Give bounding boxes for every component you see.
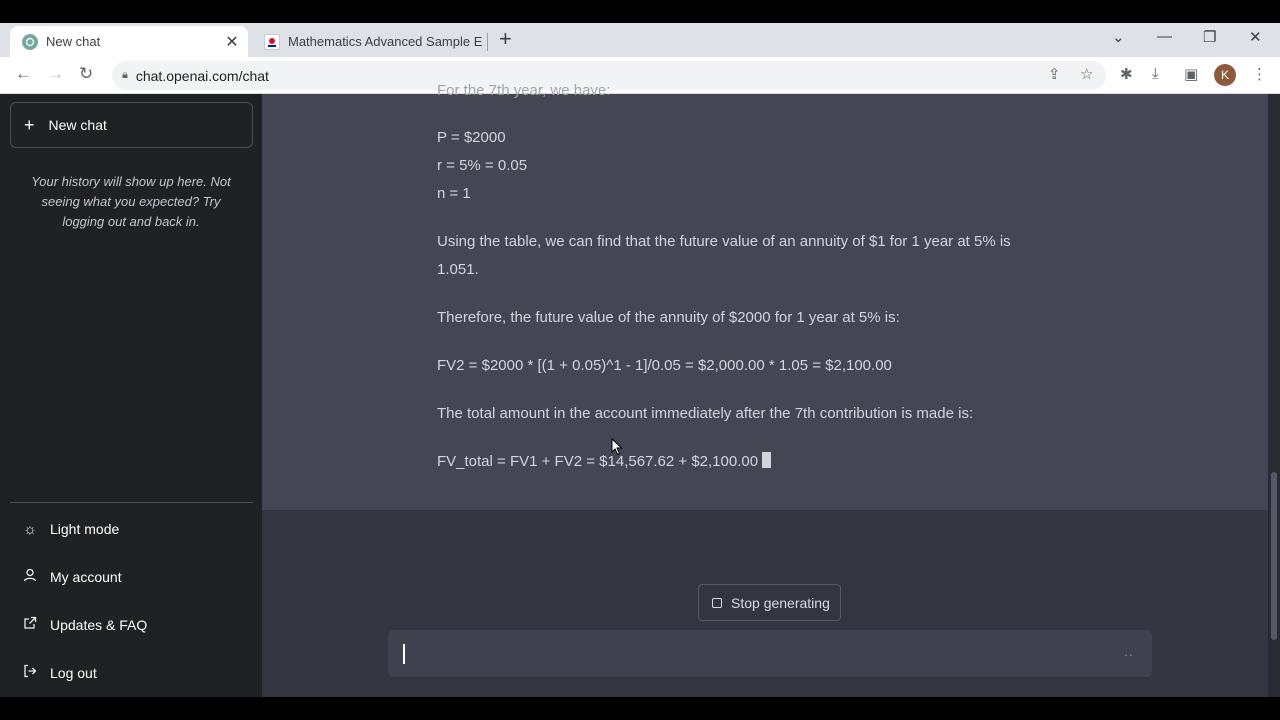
tab-new-chat[interactable]: New chat ✕ xyxy=(10,26,248,57)
message-line: r = 5% = 0.05 xyxy=(437,157,528,174)
history-note: Your history will show up here. Not seei… xyxy=(31,174,231,229)
openai-logo-icon xyxy=(22,33,38,50)
restore-icon[interactable]: ❐ xyxy=(1203,28,1216,46)
browser-toolbar: ← → ↻ 🔒︎ chat.openai.com/chat ⇪ ☆ ✱ ⤓ ▣ … xyxy=(0,57,1280,94)
forward-icon[interactable]: → xyxy=(47,64,64,84)
message-line-text: FV_total = FV1 + FV2 = $14,567.62 + $2,1… xyxy=(437,453,759,470)
mouse-pointer-icon xyxy=(611,438,623,456)
message-line: P = $2000 xyxy=(437,129,506,146)
plus-icon: + xyxy=(24,114,35,135)
updates-faq-link[interactable]: Updates & FAQ xyxy=(10,605,253,645)
reload-icon[interactable]: ↻ xyxy=(79,64,93,84)
tab-close-icon[interactable]: ✕ xyxy=(222,32,242,52)
my-account-label: My account xyxy=(50,569,122,585)
side-panel-icon[interactable]: ▣ xyxy=(1184,65,1198,83)
url-text: chat.openai.com/chat xyxy=(135,67,269,84)
light-mode-label: Light mode xyxy=(50,521,120,537)
external-link-icon xyxy=(21,616,39,634)
message-line: For the 7th year, we have: xyxy=(437,82,611,99)
extensions-icon[interactable]: ✱ xyxy=(1120,65,1133,83)
minimize-icon[interactable]: — xyxy=(1157,28,1172,45)
logout-icon xyxy=(21,664,39,682)
tab-mathematics[interactable]: Mathematics Advanced Sample E xyxy=(252,26,488,57)
back-icon[interactable]: ← xyxy=(15,64,32,84)
user-icon xyxy=(21,568,39,586)
tab-label: New chat xyxy=(46,34,101,49)
log-out-label: Log out xyxy=(50,665,97,681)
tab-label: Mathematics Advanced Sample E xyxy=(288,34,483,49)
stop-generating-label: Stop generating xyxy=(731,594,830,611)
message-line: Using the table, we can find that the fu… xyxy=(437,233,1011,250)
nsw-logo-icon xyxy=(264,33,280,50)
assistant-message: For the 7th year, we have: P = $2000 r =… xyxy=(262,82,1268,510)
chat-main: For the 7th year, we have: P = $2000 r =… xyxy=(262,82,1280,697)
message-line: The total amount in the account immediat… xyxy=(437,405,974,422)
screen: New chat ✕ Mathematics Advanced Sample E… xyxy=(0,0,1280,720)
tab-divider xyxy=(487,33,488,51)
browser-tabstrip: New chat ✕ Mathematics Advanced Sample E… xyxy=(0,23,1280,57)
new-chat-button[interactable]: + New chat xyxy=(10,102,253,148)
message-line: Therefore, the future value of the annui… xyxy=(437,309,900,326)
new-chat-label: New chat xyxy=(48,117,107,133)
close-window-icon[interactable]: ✕ xyxy=(1249,28,1262,46)
stop-icon xyxy=(712,597,722,608)
my-account-button[interactable]: My account xyxy=(10,557,253,597)
message-line: FV2 = $2000 * [(1 + 0.05)^1 - 1]/0.05 = … xyxy=(437,357,892,374)
new-tab-icon[interactable]: + xyxy=(499,28,512,50)
message-line-last: FV_total = FV1 + FV2 = $14,567.62 + $2,1… xyxy=(437,448,772,476)
download-icon[interactable]: ⤓ xyxy=(1152,65,1159,82)
sidebar-divider xyxy=(10,502,253,503)
stop-generating-button[interactable]: Stop generating xyxy=(698,584,841,621)
share-icon[interactable]: ⇪ xyxy=(1048,65,1061,83)
scrollbar-thumb[interactable] xyxy=(1271,472,1277,640)
log-out-button[interactable]: Log out xyxy=(10,653,253,693)
message-input[interactable]: .. xyxy=(388,630,1152,677)
lock-icon: 🔒︎ xyxy=(122,69,128,81)
updates-faq-label: Updates & FAQ xyxy=(50,617,148,633)
profile-avatar[interactable]: K xyxy=(1214,64,1236,86)
text-caret xyxy=(403,644,405,664)
sun-icon: ☼ xyxy=(23,520,37,538)
light-mode-button[interactable]: ☼ Light mode xyxy=(10,509,253,549)
message-line: n = 1 xyxy=(437,185,471,202)
input-dots: .. xyxy=(1124,643,1134,659)
tab-search-icon[interactable]: ⌄ xyxy=(1112,28,1125,46)
menu-icon[interactable]: ⋮ xyxy=(1252,65,1267,83)
typing-cursor xyxy=(762,452,772,468)
message-line: 1.051. xyxy=(437,261,479,278)
sidebar: + New chat Your history will show up her… xyxy=(0,94,262,697)
bookmark-star-icon[interactable]: ☆ xyxy=(1080,65,1093,83)
letterbox-bottom xyxy=(0,697,1280,720)
